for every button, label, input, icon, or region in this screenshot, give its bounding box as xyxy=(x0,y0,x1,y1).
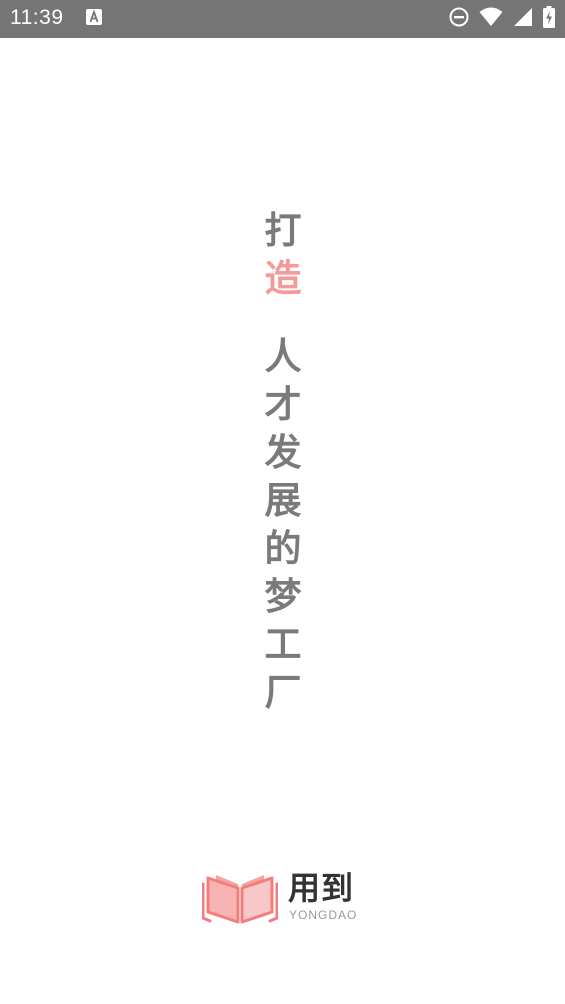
logo-subtitle: YONGDAO xyxy=(289,908,358,922)
logo-title: 用到 xyxy=(288,869,355,907)
slogan-char: 展 xyxy=(264,478,302,522)
splash-screen: 11:39 打 造 人 才 发 展 的 梦 工 厂 用到 YONGDAO xyxy=(0,0,565,1004)
text-a-icon xyxy=(86,9,102,25)
slogan-char: 梦 xyxy=(264,574,302,618)
slogan-char: 打 xyxy=(264,208,302,252)
status-icons xyxy=(449,5,555,33)
status-time: 11:39 xyxy=(10,6,64,29)
wifi-icon xyxy=(479,7,503,32)
slogan-char-accent: 造 xyxy=(264,256,302,300)
slogan-char: 才 xyxy=(264,382,302,426)
slogan-char: 厂 xyxy=(264,670,302,714)
slogan-char: 的 xyxy=(264,526,302,570)
battery-charging-icon xyxy=(543,5,555,33)
open-book-icon xyxy=(201,870,279,931)
app-logo: 用到 YONGDAO xyxy=(201,868,367,931)
status-bar: 11:39 xyxy=(0,0,565,38)
cell-signal-icon xyxy=(513,7,533,32)
slogan-char: 发 xyxy=(264,430,302,474)
slogan-char: 人 xyxy=(264,334,302,378)
slogan-gap xyxy=(262,302,304,332)
slogan-char: 工 xyxy=(264,622,302,666)
do-not-disturb-icon xyxy=(449,7,469,32)
slogan: 打 造 人 才 发 展 的 梦 工 厂 xyxy=(262,206,304,716)
